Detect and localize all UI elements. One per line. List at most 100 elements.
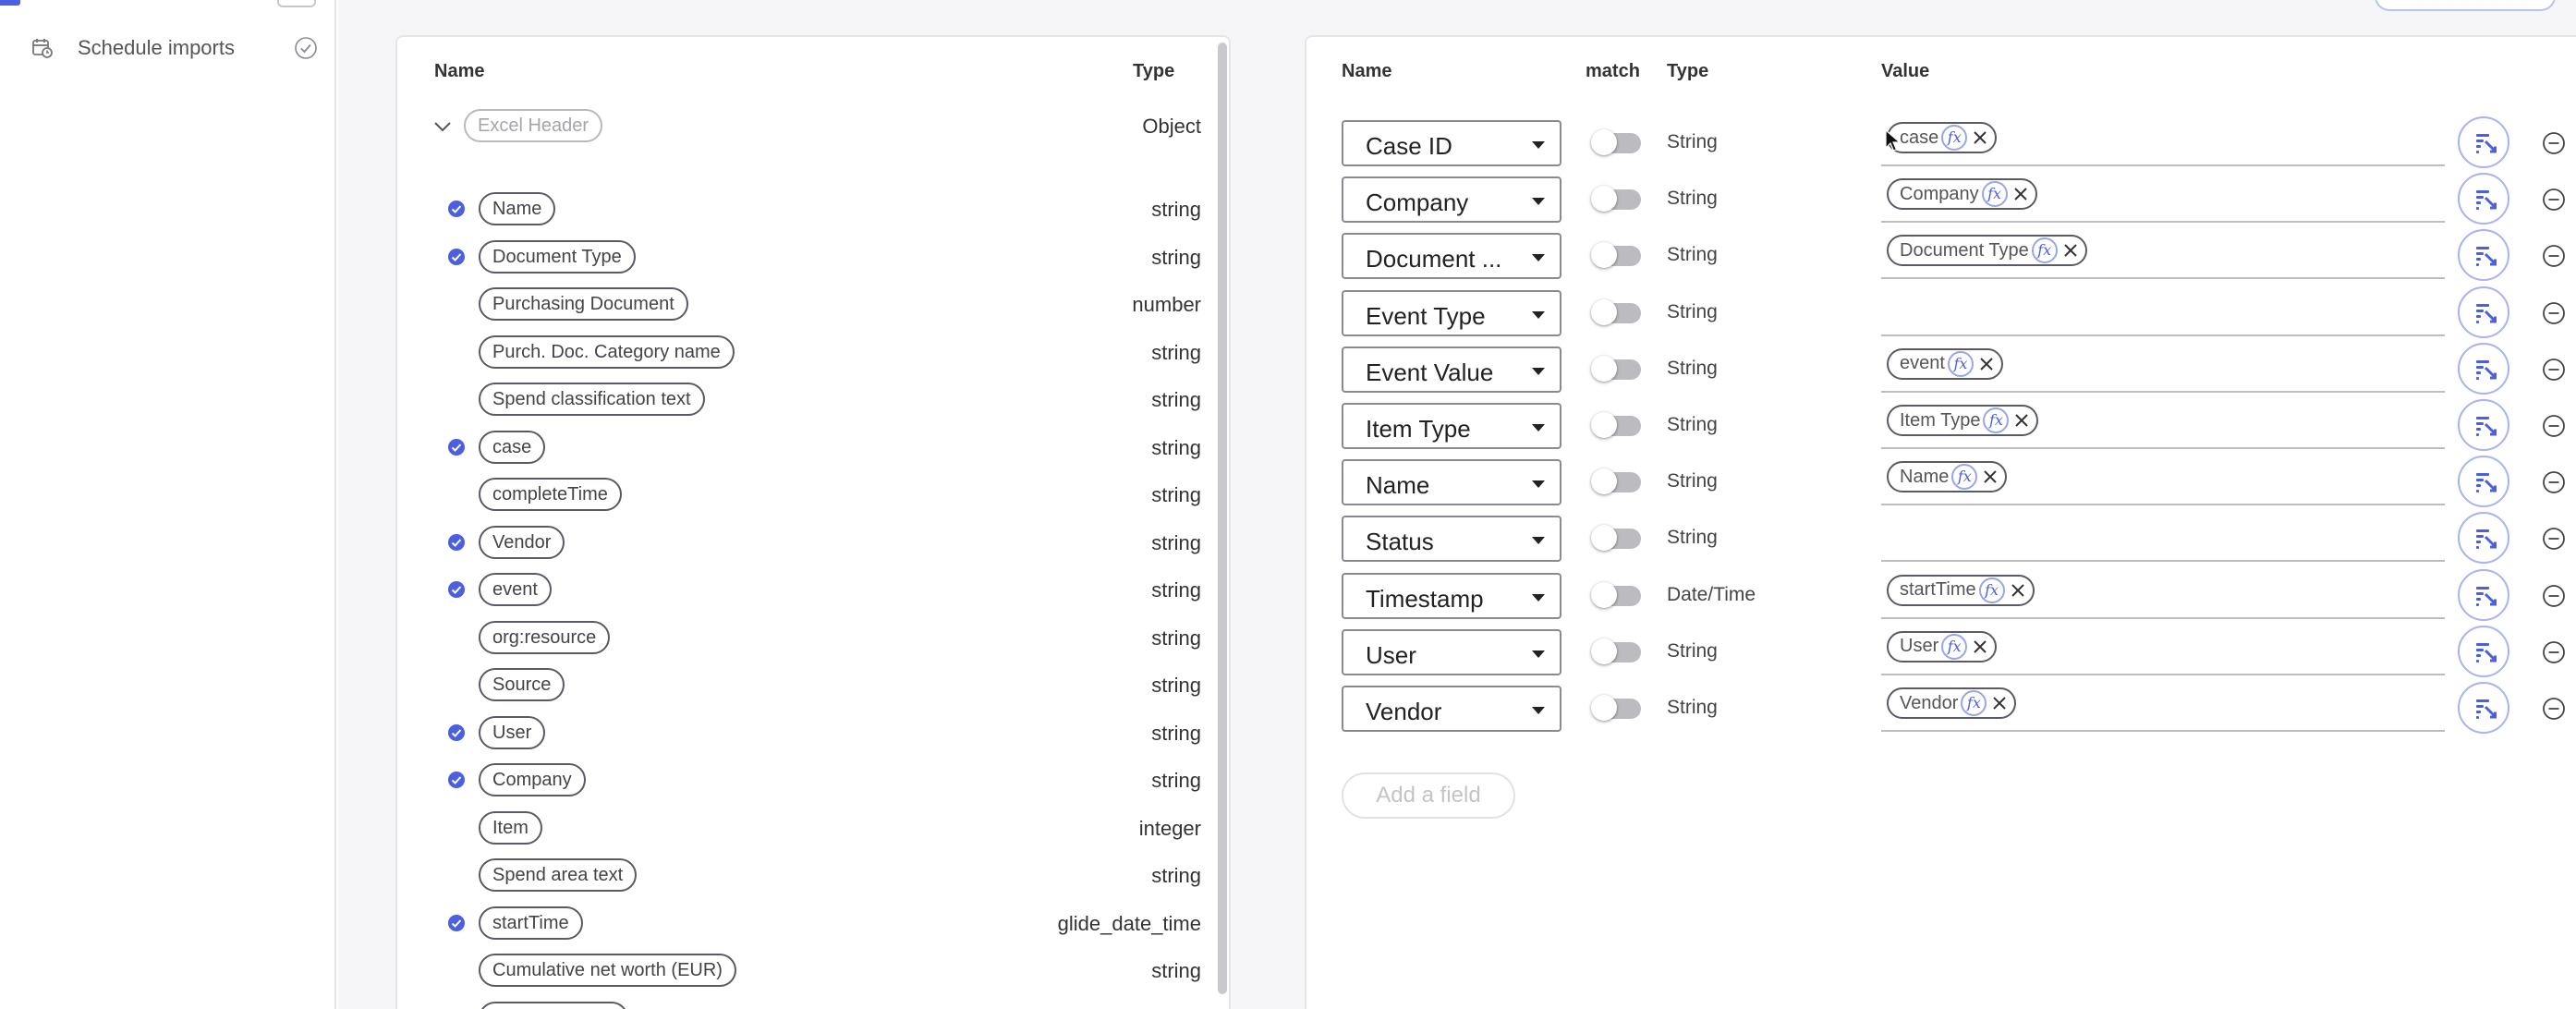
value-input[interactable]: Item Type fx: [1881, 403, 2445, 449]
remove-chip-icon[interactable]: [2010, 183, 2032, 205]
remove-chip-icon[interactable]: [2011, 409, 2033, 432]
match-toggle[interactable]: [1591, 186, 1641, 213]
remove-chip-icon[interactable]: [1969, 636, 1991, 658]
fx-function-icon[interactable]: fx: [1951, 464, 1978, 491]
sidebar-item-schedule-imports[interactable]: Schedule imports: [31, 31, 318, 65]
value-input[interactable]: event fx: [1881, 346, 2445, 393]
field-pill[interactable]: Company: [479, 763, 586, 796]
fx-function-icon[interactable]: fx: [1983, 407, 2010, 433]
field-pill[interactable]: Vendor: [479, 525, 565, 559]
fx-function-icon[interactable]: fx: [1941, 633, 1968, 660]
field-pill[interactable]: Source: [479, 668, 565, 701]
fx-function-icon[interactable]: fx: [1947, 350, 1974, 377]
match-toggle[interactable]: [1591, 695, 1641, 721]
field-pill[interactable]: Goods Receipt: [479, 1001, 629, 1009]
field-pill[interactable]: Spend classification text: [479, 383, 705, 416]
value-chip[interactable]: event fx: [1887, 347, 2003, 380]
field-pill[interactable]: Name: [479, 192, 556, 225]
value-chip[interactable]: Document Type fx: [1887, 235, 2087, 267]
value-chip[interactable]: Vendor fx: [1887, 687, 2017, 719]
top-action-button-partial[interactable]: [2375, 0, 2556, 11]
remove-chip-icon[interactable]: [2060, 239, 2082, 261]
match-toggle[interactable]: [1591, 525, 1641, 552]
remove-chip-icon[interactable]: [1988, 692, 2011, 714]
remove-row-icon[interactable]: [2542, 414, 2566, 438]
value-input[interactable]: Company fx: [1881, 176, 2445, 224]
field-pill[interactable]: completeTime: [479, 478, 622, 511]
sidebar-item-above-partial[interactable]: [277, 0, 316, 7]
field-pill[interactable]: Purchasing Document: [479, 287, 688, 321]
map-source-button[interactable]: [2458, 286, 2509, 338]
target-field-select[interactable]: User: [1342, 628, 1561, 675]
target-field-select[interactable]: Vendor: [1342, 686, 1561, 732]
remove-row-icon[interactable]: [2542, 640, 2566, 664]
remove-row-icon[interactable]: [2542, 470, 2566, 494]
map-source-button[interactable]: [2458, 173, 2509, 225]
target-field-select[interactable]: Event Type: [1342, 289, 1561, 336]
target-field-select[interactable]: Status: [1342, 516, 1561, 563]
field-pill[interactable]: Spend area text: [479, 858, 638, 892]
value-chip[interactable]: Company fx: [1887, 178, 2037, 211]
field-pill[interactable]: case: [479, 430, 546, 464]
match-toggle[interactable]: [1591, 412, 1641, 438]
remove-row-icon[interactable]: [2542, 697, 2566, 721]
remove-row-icon[interactable]: [2542, 527, 2566, 551]
value-input[interactable]: [1881, 290, 2445, 336]
value-chip[interactable]: User fx: [1887, 630, 1998, 663]
scrollbar-thumb[interactable]: [1218, 43, 1227, 994]
field-pill[interactable]: event: [479, 573, 552, 606]
tree-root-pill[interactable]: Excel Header: [464, 109, 603, 142]
target-field-select[interactable]: Company: [1342, 176, 1561, 224]
remove-row-icon[interactable]: [2542, 188, 2566, 212]
map-source-button[interactable]: [2458, 342, 2509, 395]
remove-chip-icon[interactable]: [1979, 466, 2001, 488]
remove-row-icon[interactable]: [2542, 131, 2566, 155]
remove-row-icon[interactable]: [2542, 358, 2566, 382]
target-field-select[interactable]: Document ...: [1342, 233, 1561, 280]
remove-chip-icon[interactable]: [1969, 127, 1991, 149]
remove-row-icon[interactable]: [2542, 244, 2566, 268]
value-input[interactable]: startTime fx: [1881, 573, 2445, 619]
map-source-button[interactable]: [2458, 682, 2509, 734]
fx-function-icon[interactable]: fx: [1961, 690, 1987, 716]
map-source-button[interactable]: [2458, 229, 2509, 282]
fx-function-icon[interactable]: fx: [2031, 237, 2058, 264]
fx-function-icon[interactable]: fx: [1941, 125, 1968, 151]
field-pill[interactable]: Purch. Doc. Category name: [479, 334, 735, 369]
map-source-button[interactable]: [2458, 456, 2509, 508]
value-input[interactable]: Document Type fx: [1881, 233, 2445, 280]
match-toggle[interactable]: [1591, 129, 1641, 155]
field-pill[interactable]: org:resource: [479, 620, 611, 654]
value-input[interactable]: User fx: [1881, 629, 2445, 675]
map-source-button[interactable]: [2458, 512, 2509, 565]
chevron-down-icon[interactable]: [432, 116, 453, 137]
match-toggle[interactable]: [1591, 298, 1641, 325]
target-field-select[interactable]: Item Type: [1342, 403, 1561, 449]
value-chip[interactable]: case fx: [1887, 122, 1998, 153]
map-source-button[interactable]: [2458, 568, 2509, 621]
value-input[interactable]: Name fx: [1881, 459, 2445, 506]
map-source-button[interactable]: [2458, 625, 2509, 677]
remove-row-icon[interactable]: [2542, 301, 2566, 325]
map-source-button[interactable]: [2458, 399, 2509, 451]
scrollbar[interactable]: [1216, 43, 1229, 1009]
target-field-select[interactable]: Name: [1342, 459, 1561, 506]
remove-chip-icon[interactable]: [1975, 353, 1998, 375]
field-pill[interactable]: Document Type: [479, 239, 636, 274]
add-field-button[interactable]: Add a field: [1342, 772, 1515, 819]
match-toggle[interactable]: [1591, 468, 1641, 495]
fx-function-icon[interactable]: fx: [1981, 181, 2008, 208]
field-pill[interactable]: Item: [479, 810, 542, 845]
target-field-select[interactable]: Event Value: [1342, 346, 1561, 393]
remove-chip-icon[interactable]: [2007, 579, 2029, 602]
match-toggle[interactable]: [1591, 355, 1641, 382]
match-toggle[interactable]: [1591, 581, 1641, 608]
match-toggle[interactable]: [1591, 242, 1641, 269]
field-pill[interactable]: startTime: [479, 906, 583, 940]
target-field-select[interactable]: Timestamp: [1342, 572, 1561, 619]
fx-function-icon[interactable]: fx: [1978, 577, 2005, 603]
target-field-select[interactable]: Case ID: [1342, 120, 1561, 166]
field-pill[interactable]: Cumulative net worth (EUR): [479, 954, 736, 987]
value-input[interactable]: [1881, 516, 2445, 563]
value-input[interactable]: Vendor fx: [1881, 686, 2445, 732]
